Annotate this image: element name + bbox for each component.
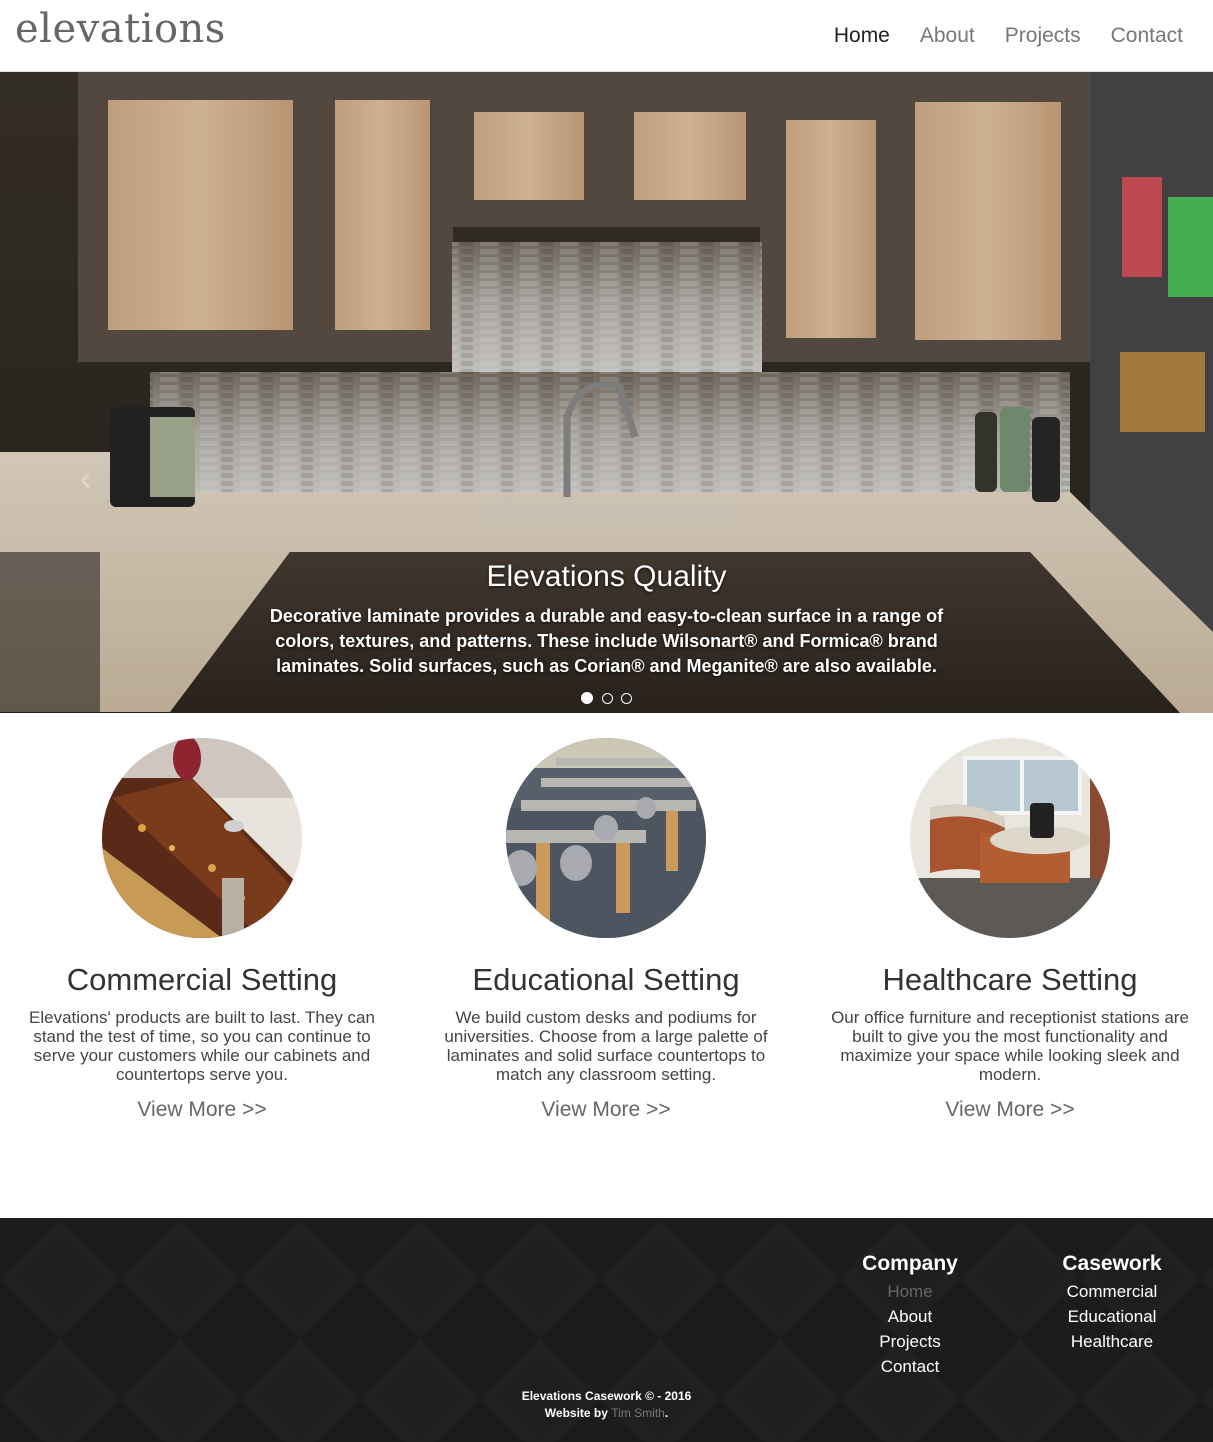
footer-company-heading: Company (862, 1252, 958, 1275)
feature-text: We build custom desks and podiums for un… (444, 1008, 768, 1084)
carousel-dot-1[interactable] (581, 692, 594, 704)
feature-commercial: Commercial Setting Elevations' products … (0, 713, 404, 1122)
feature-title: Commercial Setting (66, 962, 338, 997)
credit-author-link[interactable]: Tim Smith (611, 1406, 665, 1420)
feature-educational: Educational Setting We build custom desk… (404, 713, 808, 1122)
footer-link-contact[interactable]: Contact (848, 1354, 972, 1379)
footer-casework-heading: Casework (1062, 1252, 1162, 1275)
feature-healthcare: Healthcare Setting Our office furniture … (808, 713, 1212, 1122)
hero-text: Decorative laminate provides a durable a… (269, 606, 944, 676)
footer-link-commercial[interactable]: Commercial (1045, 1279, 1179, 1304)
carousel-prev-icon[interactable]: ‹ (80, 462, 91, 496)
feature-title: Educational Setting (472, 962, 740, 997)
nav-projects[interactable]: Projects (1005, 24, 1081, 48)
footer-company-column: Company Home About Projects Contact (848, 1252, 972, 1379)
feature-title: Healthcare Setting (882, 962, 1138, 997)
main-nav: Home About Projects Contact (804, 0, 1183, 72)
footer-link-home[interactable]: Home (848, 1279, 972, 1304)
view-more-healthcare-link[interactable]: View More >> (945, 1098, 1074, 1122)
commercial-thumbnail-image[interactable] (102, 738, 302, 938)
healthcare-thumbnail-image[interactable] (910, 738, 1110, 938)
footer-link-projects[interactable]: Projects (848, 1329, 972, 1354)
view-more-commercial-link[interactable]: View More >> (137, 1098, 266, 1122)
educational-thumbnail-image[interactable] (506, 738, 706, 938)
footer-casework-column: Casework Commercial Educational Healthca… (1045, 1252, 1179, 1354)
carousel-dot-2[interactable] (601, 693, 613, 704)
credit-prefix: Website by (544, 1406, 608, 1420)
footer-copyright: Elevations Casework © - 2016 Website by … (0, 1388, 1213, 1422)
credit-suffix: . (664, 1406, 669, 1420)
site-header: elevations Home About Projects Contact (0, 0, 1213, 72)
copyright-text: Elevations Casework © - 2016 (521, 1389, 692, 1403)
view-more-educational-link[interactable]: View More >> (541, 1098, 670, 1122)
site-logo[interactable]: elevations (15, 6, 226, 52)
hero-caption: Elevations Quality Decorative laminate p… (0, 560, 1213, 679)
features-section: Commercial Setting Elevations' products … (0, 713, 1213, 1218)
carousel-indicators (0, 691, 1213, 709)
footer-link-educational[interactable]: Educational (1045, 1304, 1179, 1329)
site-footer: Company Home About Projects Contact Case… (0, 1218, 1213, 1442)
footer-link-about[interactable]: About (848, 1304, 972, 1329)
nav-about[interactable]: About (920, 24, 975, 48)
feature-text: Elevations' products are built to last. … (29, 1008, 375, 1084)
hero-carousel: ‹ Elevations Quality Decorative laminate… (0, 72, 1213, 713)
credit-line: Website by Tim Smith. (0, 1405, 1213, 1422)
carousel-dot-3[interactable] (620, 693, 632, 704)
hero-title: Elevations Quality (486, 560, 727, 593)
nav-home[interactable]: Home (834, 24, 890, 48)
footer-link-healthcare[interactable]: Healthcare (1045, 1329, 1179, 1354)
feature-text: Our office furniture and receptionist st… (831, 1008, 1189, 1084)
nav-contact[interactable]: Contact (1111, 24, 1183, 48)
